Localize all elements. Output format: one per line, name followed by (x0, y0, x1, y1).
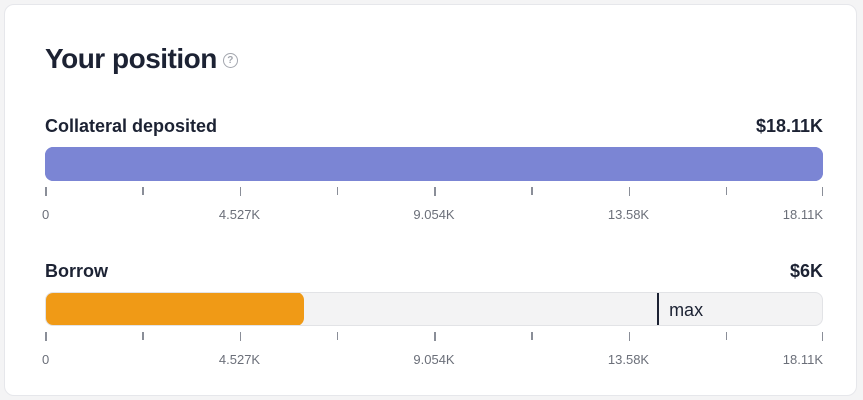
borrow-bar[interactable]: max (45, 292, 823, 326)
borrow-axis-tick (434, 332, 436, 341)
title-row: Your position ? (45, 43, 238, 75)
borrow-section: Borrow $6K max 0 4.527K 9.054K 13.58K 18.11K (42, 260, 823, 370)
collateral-section: Collateral deposited $18.11K 0 4.527K 9.05… (42, 115, 823, 225)
collateral-axis-tick (628, 187, 630, 196)
collateral-axis-tick (142, 187, 144, 195)
borrow-value: $6K (789, 260, 823, 281)
collateral-axis-tick (531, 187, 533, 195)
borrow-axis-tick (239, 332, 241, 341)
max-marker (657, 293, 660, 325)
borrow-axis-tick (336, 332, 339, 340)
borrow-bar-fill (46, 293, 304, 325)
borrow-axis-tick-label: 0 (42, 352, 50, 367)
borrow-axis: 0 4.527K 9.054K 13.58K 18.11K (42, 330, 823, 370)
collateral-axis-tick-label: 18.11K (782, 207, 823, 222)
page-title: Your position (45, 43, 217, 74)
collateral-axis-tick-label: 0 (42, 207, 50, 222)
borrow-axis-tick-label: 18.11K (782, 352, 823, 367)
collateral-axis-tick (725, 187, 728, 195)
borrow-header: Borrow $6K (45, 260, 823, 282)
collateral-axis-tick (239, 187, 241, 196)
collateral-label: Collateral deposited (45, 115, 218, 136)
collateral-bar-fill (45, 147, 823, 181)
collateral-value: $18.11K (755, 115, 823, 136)
borrow-axis-tick (142, 332, 144, 340)
collateral-axis-tick (821, 187, 823, 196)
max-label: max (669, 300, 704, 320)
borrow-label: Borrow (45, 260, 108, 281)
borrow-axis-tick-label: 4.527K (218, 352, 261, 367)
collateral-axis-tick-label: 9.054K (413, 207, 455, 222)
borrow-axis-tick (531, 332, 533, 340)
borrow-axis-tick-label: 13.58K (607, 352, 650, 367)
borrow-axis-tick-label: 9.054K (413, 352, 455, 367)
collateral-axis-tick (434, 187, 436, 196)
borrow-axis-tick (725, 332, 728, 340)
collateral-bar (45, 147, 823, 181)
question-circle-icon[interactable]: ? (222, 52, 238, 68)
collateral-axis: 0 4.527K 9.054K 13.58K 18.11K (42, 185, 823, 225)
collateral-axis-tick (45, 187, 47, 196)
collateral-axis-tick-label: 13.58K (607, 207, 650, 222)
collateral-axis-tick (336, 187, 339, 195)
position-card: Your position ? Collateral deposited $18… (4, 4, 857, 396)
borrow-axis-tick (45, 332, 47, 341)
collateral-header: Collateral deposited $18.11K (45, 115, 823, 137)
borrow-axis-tick (821, 332, 823, 341)
borrow-axis-tick (628, 332, 630, 341)
collateral-axis-tick-label: 4.527K (218, 207, 261, 222)
